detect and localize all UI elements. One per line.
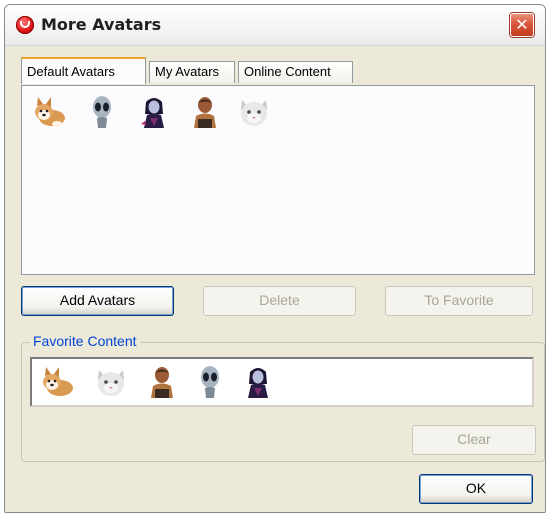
window-title: More Avatars — [41, 15, 162, 34]
tab-default-avatars[interactable]: Default Avatars — [21, 57, 146, 84]
favorite-content-group: Favorite Content Clear — [21, 333, 545, 462]
to-favorite-button[interactable]: To Favorite — [385, 286, 533, 316]
white-cat-avatar[interactable] — [236, 94, 272, 130]
grey-alien-avatar[interactable] — [84, 94, 120, 130]
favorite-corgi-dog-avatar[interactable] — [40, 364, 76, 400]
tab-online-content[interactable]: Online Content — [238, 61, 353, 83]
close-button[interactable]: ✕ — [510, 13, 534, 37]
more-avatars-dialog: More Avatars ✕ Default Avatars My Avatar… — [4, 4, 546, 513]
bald-man-avatar[interactable] — [187, 94, 223, 130]
tab-my-avatars[interactable]: My Avatars — [149, 61, 235, 83]
delete-button[interactable]: Delete — [203, 286, 356, 316]
corgi-dog-avatar[interactable] — [32, 94, 68, 130]
dark-elf-avatar[interactable] — [136, 94, 172, 130]
favorite-bald-man-avatar[interactable] — [144, 364, 180, 400]
ok-button[interactable]: OK — [419, 474, 533, 504]
favorite-grey-alien-avatar[interactable] — [192, 364, 228, 400]
favorite-list — [30, 357, 534, 407]
add-avatars-button[interactable]: Add Avatars — [21, 286, 174, 316]
avatar-list — [21, 85, 535, 275]
favorite-white-cat-avatar[interactable] — [93, 364, 129, 400]
title-bar[interactable]: More Avatars ✕ — [5, 5, 545, 46]
app-logo-icon — [16, 16, 34, 34]
favorite-content-legend: Favorite Content — [30, 333, 140, 349]
clear-button[interactable]: Clear — [412, 425, 536, 455]
close-icon: ✕ — [515, 15, 529, 34]
favorite-dark-elf-avatar[interactable] — [240, 364, 276, 400]
